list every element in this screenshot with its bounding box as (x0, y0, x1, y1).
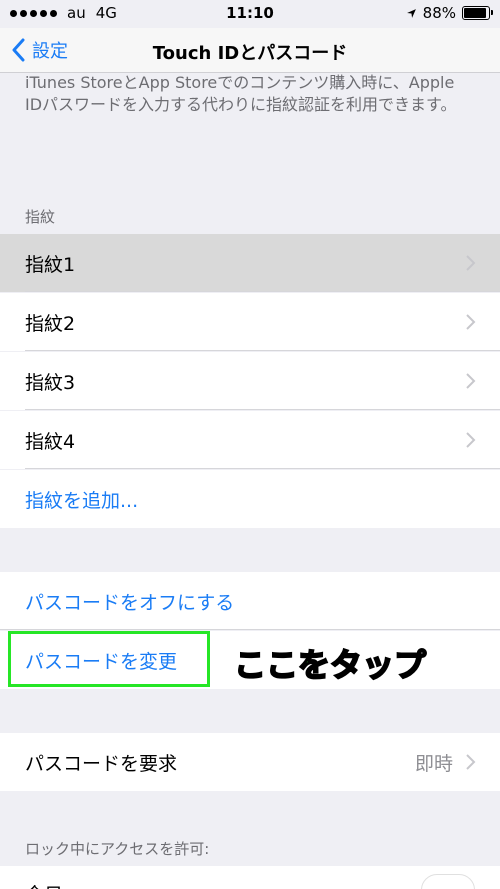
navigation-bar: 設定 Touch IDとパスコード (0, 28, 500, 73)
row-divider (0, 629, 500, 630)
row-divider (25, 350, 500, 351)
today-label: 今日 (25, 880, 63, 889)
tap-highlight-box (8, 631, 210, 687)
battery-percent: 88% (422, 4, 456, 22)
chevron-right-icon (466, 255, 476, 271)
add-fingerprint-label: 指紋を追加... (25, 490, 139, 512)
chevron-right-icon (466, 432, 476, 448)
status-bar: au 4G 11:10 88% (0, 0, 500, 28)
today-toggle[interactable] (421, 874, 475, 889)
chevron-right-icon (466, 314, 476, 330)
battery-icon (462, 6, 493, 20)
lock-access-section-label: ロック中にアクセスを許可: (25, 840, 210, 858)
chevron-right-icon (466, 373, 476, 389)
fingerprint-label: 指紋2 (25, 313, 76, 335)
tap-here-annotation: ここをタップ (233, 645, 427, 685)
chevron-right-icon (466, 754, 476, 770)
fingerprint-label: 指紋4 (25, 431, 76, 453)
location-arrow-icon (406, 8, 416, 18)
row-divider (25, 409, 500, 410)
fingerprint-row-3[interactable]: 指紋3 (0, 352, 500, 410)
row-divider (25, 468, 500, 469)
fingerprint-row-2[interactable]: 指紋2 (0, 293, 500, 351)
require-passcode-row[interactable]: パスコードを要求 即時 (0, 733, 500, 791)
row-divider (25, 291, 500, 292)
page-title: Touch IDとパスコード (152, 43, 348, 64)
require-passcode-label: パスコードを要求 (25, 753, 178, 775)
today-row[interactable]: 今日 (0, 866, 500, 889)
turn-off-passcode-row[interactable]: パスコードをオフにする (0, 572, 500, 630)
description-text: iTunes StoreとApp Storeでのコンテンツ購入時に、Apple … (25, 73, 457, 114)
turn-off-passcode-label: パスコードをオフにする (25, 592, 235, 614)
require-passcode-value: 即時 (414, 753, 453, 775)
fingerprint-label: 指紋1 (25, 254, 76, 276)
fingerprint-row-4[interactable]: 指紋4 (0, 411, 500, 469)
fingerprints-section-label: 指紋 (25, 208, 56, 226)
add-fingerprint-row[interactable]: 指紋を追加... (0, 470, 500, 528)
fingerprint-row-1[interactable]: 指紋1 (0, 234, 500, 292)
fingerprint-label: 指紋3 (25, 372, 76, 394)
